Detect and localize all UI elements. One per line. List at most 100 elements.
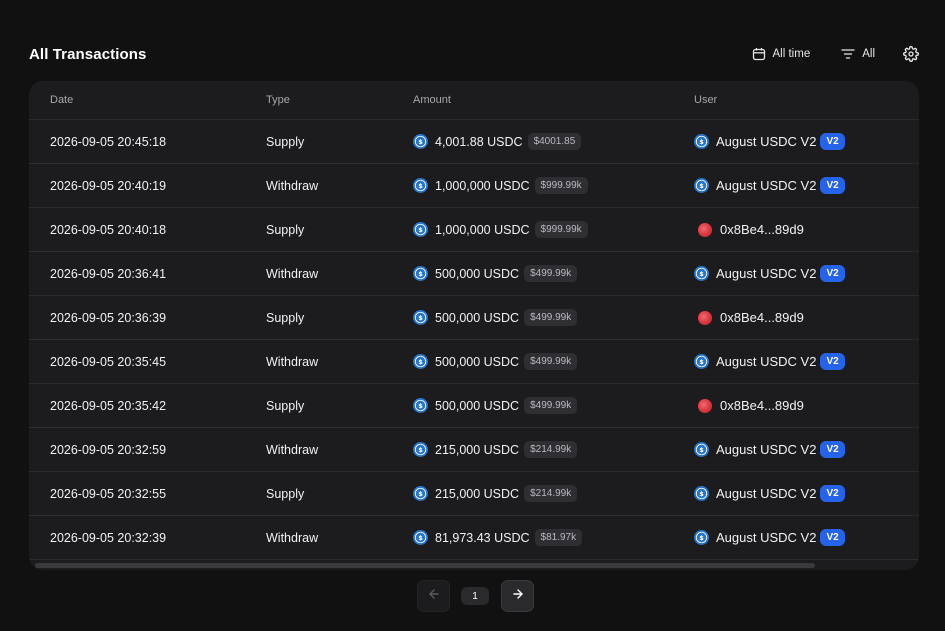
cell-type: Withdraw: [266, 266, 319, 281]
cell-type: Withdraw: [266, 178, 319, 193]
cell-user[interactable]: $ August USDC V2 V2: [694, 529, 919, 546]
cell-user[interactable]: $ August USDC V2 V2: [694, 441, 919, 458]
amount-value: 215,000 USDC: [435, 486, 520, 501]
cell-type: Supply: [266, 222, 305, 237]
svg-text:$: $: [418, 446, 423, 454]
cell-user[interactable]: $ August USDC V2 V2: [694, 485, 919, 502]
cell-amount: $1,000,000 USDC $999.99k: [413, 177, 694, 194]
usd-value-badge: $81.97k: [534, 529, 583, 546]
usdc-coin-icon: $: [413, 134, 435, 149]
svg-text:$: $: [699, 446, 704, 454]
table-row[interactable]: 2026-09-05 20:35:45 Withdraw $500,000 USDC…: [29, 340, 919, 384]
version-badge: V2: [820, 353, 845, 370]
cell-user[interactable]: $ August USDC V2 V2: [694, 353, 919, 370]
user-name[interactable]: August USDC V2: [716, 266, 816, 281]
cell-type: Supply: [266, 310, 305, 325]
svg-text:$: $: [418, 138, 423, 146]
table-row[interactable]: 2026-09-05 20:32:59 Withdraw $215,000 USDC…: [29, 428, 919, 472]
usd-value-badge: $499.99k: [524, 397, 578, 414]
amount-value: 1,000,000 USDC: [435, 178, 530, 193]
svg-text:$: $: [418, 270, 423, 278]
cell-user[interactable]: 0x8Be4...89d9: [694, 310, 919, 325]
usdc-coin-icon: $: [413, 398, 435, 413]
user-avatar: [698, 310, 712, 325]
time-filter-button[interactable]: All time: [752, 47, 810, 61]
user-name[interactable]: August USDC V2: [716, 530, 816, 545]
gear-icon[interactable]: [903, 46, 919, 62]
cell-amount: $1,000,000 USDC $999.99k: [413, 221, 694, 238]
table-row[interactable]: 2026-09-05 20:35:42 Supply $500,000 USDC $4…: [29, 384, 919, 428]
table-body: 2026-09-05 20:45:18 Supply $4,001.88 USDC $…: [29, 120, 919, 560]
usdc-coin-icon: $: [694, 530, 716, 545]
usdc-coin-icon: $: [413, 178, 435, 193]
table-row[interactable]: 2026-09-05 20:40:18 Supply $1,000,000 USDC…: [29, 208, 919, 252]
amount-value: 500,000 USDC: [435, 266, 520, 281]
cell-user[interactable]: 0x8Be4...89d9: [694, 222, 919, 237]
user-name[interactable]: August USDC V2: [716, 442, 816, 457]
table-row[interactable]: 2026-09-05 20:36:39 Supply $500,000 USDC $4…: [29, 296, 919, 340]
usdc-coin-icon: $: [694, 266, 716, 281]
svg-text:$: $: [699, 490, 704, 498]
svg-text:$: $: [418, 182, 423, 190]
transactions-table: Date Type Amount User 2026-09-05 20:45:1…: [29, 81, 919, 570]
page-number-button[interactable]: 1: [461, 587, 489, 605]
cell-amount: $215,000 USDC $214.99k: [413, 441, 694, 458]
svg-text:$: $: [699, 534, 704, 542]
scrollbar-thumb[interactable]: [35, 563, 815, 568]
cell-user[interactable]: $ August USDC V2 V2: [694, 133, 919, 150]
usd-value-badge: $999.99k: [534, 177, 588, 194]
cell-amount: $500,000 USDC $499.99k: [413, 397, 694, 414]
cell-user[interactable]: 0x8Be4...89d9: [694, 398, 919, 413]
user-name[interactable]: August USDC V2: [716, 134, 816, 149]
cell-type: Supply: [266, 134, 305, 149]
user-name[interactable]: August USDC V2: [716, 354, 816, 369]
next-page-button[interactable]: [501, 580, 534, 612]
usd-value-badge: $4001.85: [527, 133, 582, 150]
cell-date: 2026-09-05 20:32:55: [50, 486, 167, 501]
amount-value: 81,973.43 USDC: [435, 530, 530, 545]
version-badge: V2: [820, 265, 845, 282]
prev-page-button[interactable]: [417, 580, 450, 612]
usdc-coin-icon: $: [694, 486, 716, 501]
user-name[interactable]: August USDC V2: [716, 178, 816, 193]
cell-date: 2026-09-05 20:40:19: [50, 178, 167, 193]
table-row[interactable]: 2026-09-05 20:45:18 Supply $4,001.88 USDC $…: [29, 120, 919, 164]
horizontal-scrollbar[interactable]: [29, 562, 919, 570]
svg-text:$: $: [699, 270, 704, 278]
table-header: Date Type Amount User: [29, 81, 919, 120]
amount-value: 500,000 USDC: [435, 354, 520, 369]
column-header-date: Date: [50, 94, 74, 106]
user-name[interactable]: August USDC V2: [716, 486, 816, 501]
cell-type: Withdraw: [266, 442, 319, 457]
cell-date: 2026-09-05 20:40:18: [50, 222, 167, 237]
user-avatar: [698, 222, 712, 237]
amount-value: 4,001.88 USDC: [435, 134, 523, 149]
svg-text:$: $: [418, 314, 423, 322]
cell-user[interactable]: $ August USDC V2 V2: [694, 265, 919, 282]
cell-type: Supply: [266, 398, 305, 413]
usdc-coin-icon: $: [694, 134, 716, 149]
user-name[interactable]: 0x8Be4...89d9: [720, 222, 804, 237]
table-row[interactable]: 2026-09-05 20:32:39 Withdraw $81,973.43 US…: [29, 516, 919, 560]
amount-value: 215,000 USDC: [435, 442, 520, 457]
version-badge: V2: [820, 529, 845, 546]
svg-text:$: $: [699, 182, 704, 190]
svg-text:$: $: [699, 138, 704, 146]
table-row[interactable]: 2026-09-05 20:32:55 Supply $215,000 USDC $2…: [29, 472, 919, 516]
cell-user[interactable]: $ August USDC V2 V2: [694, 177, 919, 194]
usdc-coin-icon: $: [694, 354, 716, 369]
table-row[interactable]: 2026-09-05 20:36:41 Withdraw $500,000 USDC…: [29, 252, 919, 296]
column-header-amount: Amount: [413, 94, 451, 106]
user-name[interactable]: 0x8Be4...89d9: [720, 398, 804, 413]
calendar-icon: [752, 47, 766, 61]
user-name[interactable]: 0x8Be4...89d9: [720, 310, 804, 325]
cell-amount: $500,000 USDC $499.99k: [413, 353, 694, 370]
cell-amount: $81,973.43 USDC $81.97k: [413, 529, 694, 546]
type-filter-button[interactable]: All: [841, 48, 875, 60]
page-title: All Transactions: [29, 45, 147, 63]
cell-date: 2026-09-05 20:36:41: [50, 266, 167, 281]
cell-amount: $500,000 USDC $499.99k: [413, 265, 694, 282]
usdc-coin-icon: $: [694, 178, 716, 193]
cell-date: 2026-09-05 20:45:18: [50, 134, 167, 149]
table-row[interactable]: 2026-09-05 20:40:19 Withdraw $1,000,000 US…: [29, 164, 919, 208]
